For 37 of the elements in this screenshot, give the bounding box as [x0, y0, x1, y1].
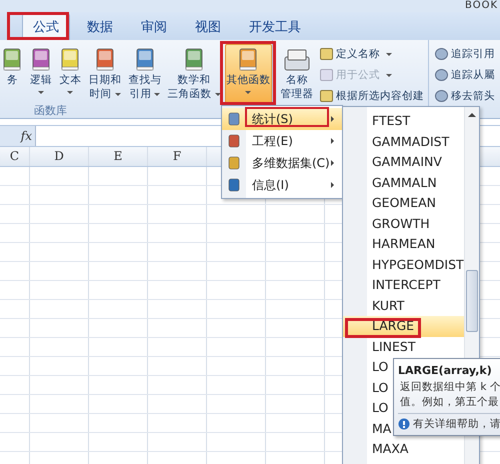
function-item[interactable]: INTERCEPT: [343, 275, 464, 296]
function-item[interactable]: HARMEAN: [343, 234, 464, 254]
menu-item[interactable]: 信息(I): [222, 174, 342, 196]
ribbon-tab[interactable]: 视图: [184, 13, 232, 40]
function-category-button[interactable]: 文本: [57, 44, 84, 104]
function-item[interactable]: KURT: [343, 296, 464, 316]
function-item[interactable]: HYPGEOMDIST: [343, 254, 464, 275]
ribbon-tab[interactable]: 数据: [76, 13, 124, 40]
function-category-button[interactable]: 务: [0, 44, 25, 104]
function-category-button[interactable]: 查找与 引用: [126, 44, 164, 104]
menu-item[interactable]: 多维数据集(C): [222, 152, 342, 174]
function-category-button[interactable]: 逻辑: [28, 44, 54, 104]
tooltip-text: 返回数据组中第 k 个 值。例如，第五个最: [399, 380, 500, 410]
function-category-button[interactable]: 数学和 三角函数: [166, 44, 222, 104]
ribbon-tab[interactable]: 开发工具: [238, 13, 312, 40]
function-category-button[interactable]: 日期和 时间: [86, 44, 124, 104]
menu-item[interactable]: 工程(E): [222, 130, 342, 152]
ribbon-command[interactable]: 根据所选内容创建: [320, 88, 424, 104]
ribbon-tab[interactable]: 审阅: [130, 13, 178, 40]
window-title: BOOK: [465, 0, 498, 12]
function-item[interactable]: MAXA: [343, 439, 464, 460]
ribbon-command[interactable]: 定义名称: [320, 46, 424, 62]
function-item[interactable]: GROWTH: [343, 214, 464, 234]
function-item[interactable]: GEOMEAN: [343, 193, 464, 214]
function-item[interactable]: GAMMADIST: [343, 132, 464, 152]
function-item[interactable]: LINEST: [343, 336, 464, 357]
function-item[interactable]: FTEST: [343, 111, 464, 132]
group-label: 函数库: [33, 104, 68, 118]
ribbon-command[interactable]: 追踪引用: [435, 46, 495, 62]
function-label[interactable]: fx: [0, 126, 35, 146]
function-item[interactable]: GAMMALN: [343, 172, 464, 193]
name-manager-button[interactable]: 名称 管理器: [277, 44, 317, 104]
ribbon-command[interactable]: 追踪从屬: [435, 67, 495, 83]
tooltip-title: LARGE(array,k): [398, 364, 493, 377]
ribbon-command[interactable]: 移去箭头: [435, 88, 495, 104]
function-item[interactable]: GAMMAINV: [343, 152, 464, 172]
function-category-button[interactable]: 其他函数: [224, 44, 272, 104]
